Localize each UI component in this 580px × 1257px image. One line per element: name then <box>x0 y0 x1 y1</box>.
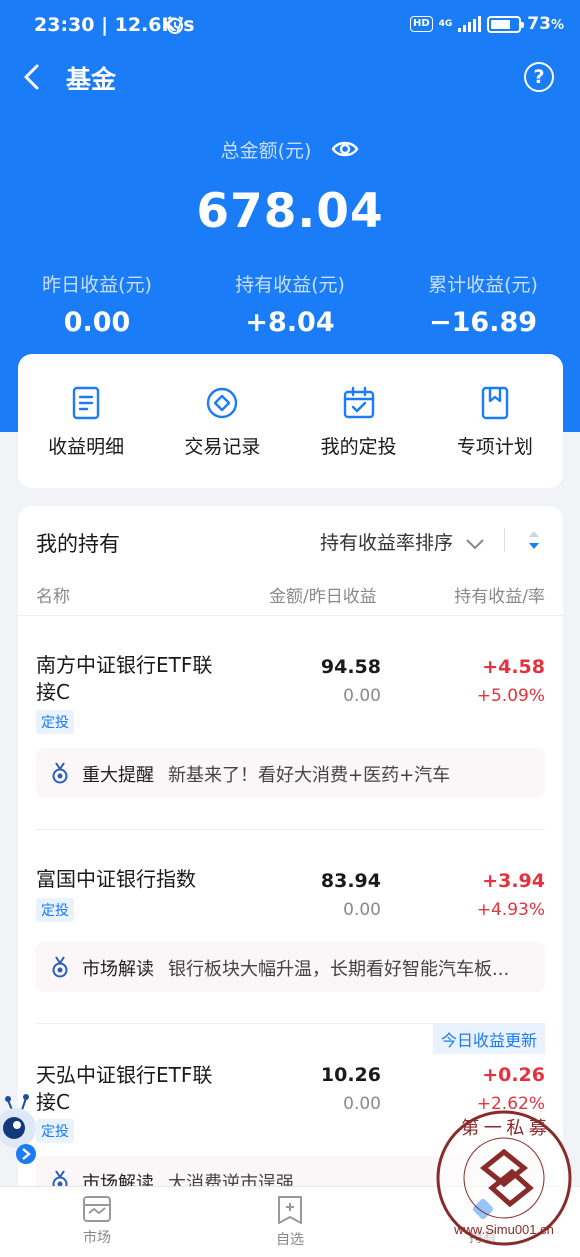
action-special-plan[interactable]: 专项计划 <box>427 354 563 488</box>
tab-watchlist[interactable]: 自选 <box>250 1195 330 1249</box>
chevron-down-icon <box>465 533 485 555</box>
divider <box>504 528 505 552</box>
fund-gain-rate: +5.09% <box>476 686 545 706</box>
sort-label: 持有收益率排序 <box>320 532 454 554</box>
col-name: 名称 <box>36 587 70 607</box>
fund-yesterday: 0.00 <box>343 686 381 706</box>
notice-title: 重大提醒 <box>82 765 154 786</box>
fund-row[interactable]: 富国中证银行指数 定投 83.94 0.00 +3.94 +4.93% 市场解读… <box>36 830 545 1024</box>
signal-icon <box>458 16 482 32</box>
status-bar: 23:30 | 12.6K/s HD 4G 73% <box>0 0 580 50</box>
metric-label: 累计收益(元) <box>428 274 538 296</box>
metric-value: −16.89 <box>428 307 538 338</box>
quick-actions: 收益明细 交易记录 我的定投 专项计划 <box>18 354 563 488</box>
col-amount: 金额/昨日收益 <box>269 587 377 607</box>
action-label: 交易记录 <box>184 436 261 458</box>
watermark-stamp: 第 一 私 募 www.Simu001.cn <box>434 1108 574 1248</box>
fund-amount: 94.58 <box>320 656 381 678</box>
calendar-check-icon <box>343 386 374 419</box>
sort-dropdown[interactable]: 持有收益率排序 <box>320 528 485 555</box>
bookmark-icon <box>481 386 509 420</box>
total-amount: 678.04 <box>196 184 384 239</box>
action-label: 我的定投 <box>320 436 397 458</box>
alarm-icon <box>165 15 185 39</box>
back-arrow-icon[interactable] <box>18 62 48 92</box>
fund-name: 天弘中证银行ETF联 接C <box>36 1063 213 1114</box>
page-title: 基金 <box>66 65 117 94</box>
sort-order-icon[interactable] <box>526 528 542 556</box>
assistant-mascot[interactable] <box>0 1094 40 1170</box>
fund-gain: +4.58 <box>482 656 545 678</box>
fund-gain-rate: +4.93% <box>476 900 545 920</box>
add-watchlist-icon <box>278 1196 302 1224</box>
total-label-row: 总金额(元) <box>0 136 580 164</box>
network-type: 4G <box>438 18 453 29</box>
metric-value: +8.04 <box>245 307 335 338</box>
fund-yesterday: 0.00 <box>343 1094 381 1114</box>
help-icon[interactable]: ? <box>524 62 554 92</box>
metric-label: 持有收益(元) <box>235 274 345 296</box>
plan-tag: 定投 <box>36 898 74 922</box>
hd-icon: HD <box>409 16 433 32</box>
tab-label: 市场 <box>83 1230 111 1246</box>
fund-row[interactable]: 南方中证银行ETF联 接C 定投 94.58 0.00 +4.58 +5.09%… <box>36 616 545 830</box>
coin-icon <box>207 387 238 419</box>
metric-cumulative: 累计收益(元) −16.89 <box>386 270 580 338</box>
holdings-card: 我的持有 持有收益率排序 名称 金额/昨日收益 持有收益/率 南方中证银行ETF… <box>18 506 563 1206</box>
action-my-plans[interactable]: 我的定投 <box>291 354 427 488</box>
fund-yesterday: 0.00 <box>343 900 381 920</box>
action-label: 专项计划 <box>456 436 533 458</box>
action-label: 收益明细 <box>48 436 125 458</box>
fund-name: 南方中证银行ETF联 接C <box>36 653 213 704</box>
notice-banner[interactable]: 重大提醒 新基来了！看好大消费+医药+汽车 <box>36 748 545 798</box>
nav-bar: 基金 ? <box>0 52 580 102</box>
fund-gain: +3.94 <box>482 870 545 892</box>
action-trade-records[interactable]: 交易记录 <box>154 354 290 488</box>
metric-value: 0.00 <box>63 307 131 338</box>
medal-icon <box>50 762 70 788</box>
notice-text: 银行板块大幅升温，长期看好智能汽车板... <box>168 959 510 980</box>
col-gain: 持有收益/率 <box>454 587 545 607</box>
battery-percent: 73% <box>527 14 564 34</box>
metric-label: 昨日收益(元) <box>42 274 152 296</box>
document-icon <box>72 386 100 420</box>
medal-icon <box>50 956 70 982</box>
notice-banner[interactable]: 市场解读 银行板块大幅升温，长期看好智能汽车板... <box>36 942 545 992</box>
holdings-header: 我的持有 持有收益率排序 <box>18 506 563 574</box>
fund-amount: 10.26 <box>320 1064 381 1086</box>
notice-text: 新基来了！看好大消费+医药+汽车 <box>168 765 451 786</box>
eye-icon[interactable] <box>331 139 359 164</box>
watermark-url: www.Simu001.cn <box>453 1222 554 1237</box>
update-badge: 今日收益更新 <box>432 1024 545 1054</box>
fund-gain: +0.26 <box>482 1064 545 1086</box>
plan-tag: 定投 <box>36 1119 74 1143</box>
market-icon <box>83 1196 111 1222</box>
holdings-title: 我的持有 <box>36 532 120 556</box>
battery-icon <box>487 15 525 33</box>
fund-name: 富国中证银行指数 <box>36 867 196 891</box>
total-label: 总金额(元) <box>220 140 312 162</box>
notice-title: 市场解读 <box>82 959 154 980</box>
fund-amount: 83.94 <box>320 870 381 892</box>
tab-market[interactable]: 市场 <box>57 1195 137 1247</box>
tab-label: 自选 <box>276 1232 304 1248</box>
metric-holding: 持有收益(元) +8.04 <box>193 270 387 338</box>
action-income-detail[interactable]: 收益明细 <box>18 354 154 488</box>
plan-tag: 定投 <box>36 710 74 734</box>
column-headers: 名称 金额/昨日收益 持有收益/率 <box>18 574 563 616</box>
metric-yesterday: 昨日收益(元) 0.00 <box>0 270 194 338</box>
watermark-text: 第 一 私 募 <box>461 1118 547 1138</box>
